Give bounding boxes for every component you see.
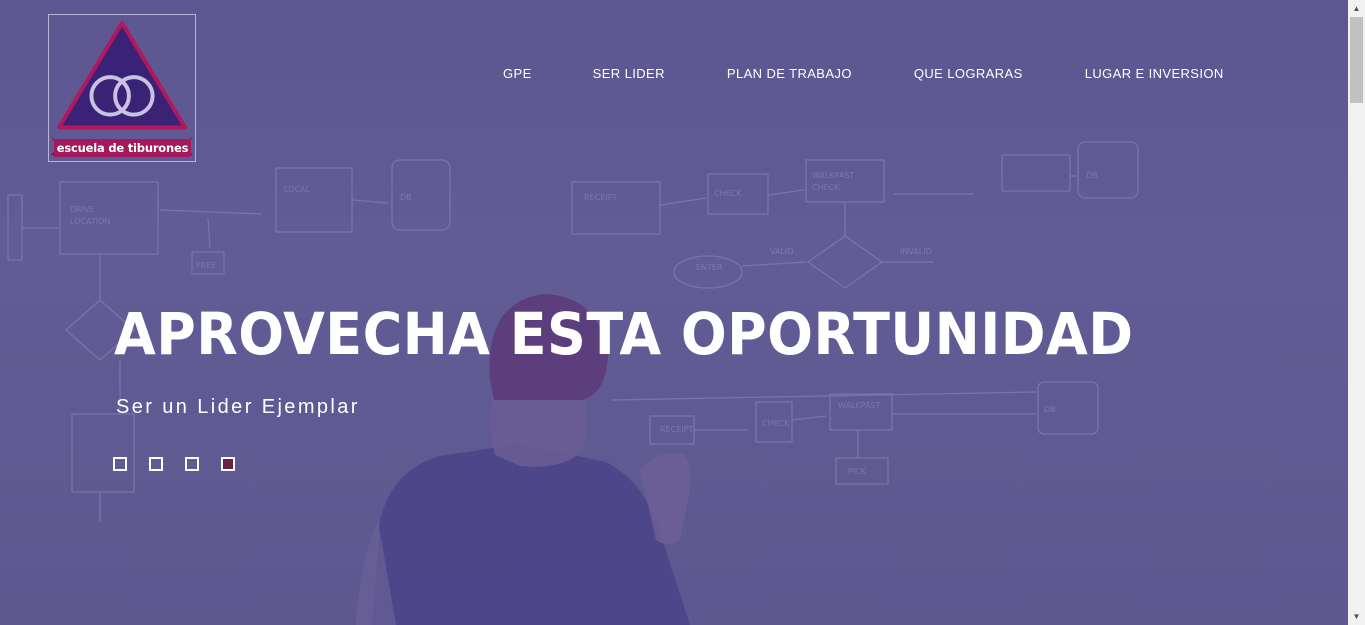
slider-dot-4[interactable] <box>221 457 235 471</box>
slider-pagination <box>113 457 257 471</box>
logo-wordmark: escuela de tiburones <box>54 139 191 157</box>
scrollbar-thumb[interactable] <box>1350 17 1363 103</box>
nav-item-lugar-e-inversion[interactable]: LUGAR E INVERSION <box>1085 66 1224 84</box>
nav-item-gpe[interactable]: GPE <box>503 66 532 84</box>
slider-dot-2[interactable] <box>149 457 163 471</box>
slider-dot-1[interactable] <box>113 457 127 471</box>
hero-headline: APROVECHA ESTA OPORTUNIDAD <box>114 300 1134 368</box>
hero-subline: Ser un Lider Ejemplar <box>116 396 360 418</box>
brand-logo[interactable]: escuela de tiburones <box>48 14 196 162</box>
slider-dot-3[interactable] <box>185 457 199 471</box>
main-nav: GPE SER LIDER PLAN DE TRABAJO QUE LOGRAR… <box>472 66 1224 84</box>
nav-item-ser-lider[interactable]: SER LIDER <box>593 66 665 84</box>
nav-item-plan-de-trabajo[interactable]: PLAN DE TRABAJO <box>727 66 852 84</box>
scroll-down-icon[interactable]: ▼ <box>1348 608 1365 625</box>
page-scrollbar[interactable]: ▲ ▼ <box>1348 0 1365 625</box>
nav-item-que-lograras[interactable]: QUE LOGRARAS <box>914 66 1023 84</box>
scroll-up-icon[interactable]: ▲ <box>1348 0 1365 17</box>
